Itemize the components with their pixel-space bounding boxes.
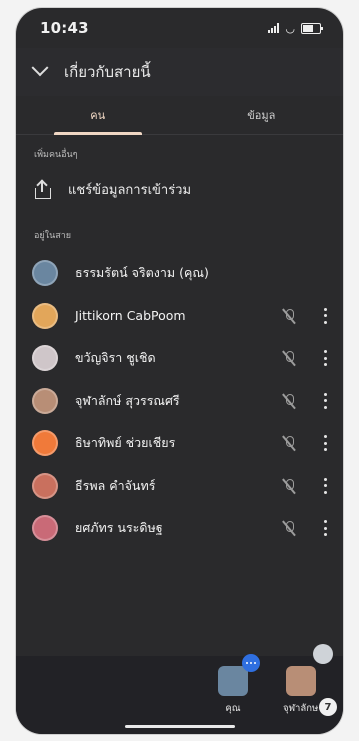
phone-frame: 10:43 ◡ เกี่ยวกับสายนี้ คน ข้อมูล เพิ่มค… bbox=[16, 8, 343, 734]
avatar bbox=[32, 302, 58, 329]
more-vert-icon[interactable] bbox=[323, 350, 327, 367]
participant-name: ธีรพล คำจันทร์ bbox=[75, 477, 156, 493]
avatar bbox=[32, 472, 58, 499]
participant-row[interactable]: ธีรพล คำจันทร์ bbox=[16, 465, 343, 508]
more-vert-icon[interactable] bbox=[323, 392, 327, 409]
participant-list: ธรรมรัตน์ จริตงาม (คุณ) Jittikorn CabPoom… bbox=[16, 248, 343, 550]
participant-name: ธิษาทิพย์ ช่วยเชียร bbox=[75, 435, 176, 451]
avatar bbox=[218, 654, 260, 696]
mic-off-icon bbox=[281, 520, 297, 537]
self-label: คุณ bbox=[225, 703, 241, 714]
battery-icon bbox=[301, 22, 323, 34]
chevron-down-icon[interactable] bbox=[31, 59, 49, 77]
avatar bbox=[32, 345, 58, 372]
add-others-label: เพิ่มคนอื่นๆ bbox=[34, 150, 78, 160]
avatar bbox=[32, 260, 58, 287]
status-time: 10:43 bbox=[40, 19, 89, 37]
participant-name: ยศภัทร นระดิษฐ bbox=[75, 520, 163, 536]
participant-row[interactable]: Jittikorn CabPoom bbox=[16, 295, 343, 338]
avatar bbox=[32, 387, 58, 414]
avatar bbox=[313, 644, 333, 664]
home-indicator bbox=[124, 725, 235, 728]
avatar bbox=[32, 515, 58, 542]
panel-title: เกี่ยวกับสายนี้ bbox=[64, 63, 151, 81]
participant-name: ธรรมรัตน์ จริตงาม (คุณ) bbox=[75, 265, 209, 281]
more-vert-icon[interactable] bbox=[323, 520, 327, 537]
mic-off-icon bbox=[281, 350, 297, 367]
signal-icon bbox=[268, 23, 280, 33]
status-bar: 10:43 ◡ bbox=[16, 8, 343, 48]
avatar bbox=[285, 666, 316, 696]
tab-info[interactable]: ข้อมูล bbox=[180, 96, 344, 134]
wifi-icon: ◡ bbox=[285, 21, 295, 35]
tab-bar: คน ข้อมูล bbox=[16, 96, 343, 135]
participant-tile[interactable]: จุฬาลักษ bbox=[283, 666, 318, 716]
participant-tile-label: จุฬาลักษ bbox=[283, 703, 319, 714]
participant-row[interactable]: ขวัญจิรา ชูเชิด bbox=[16, 337, 343, 380]
participant-name: Jittikorn CabPoom bbox=[75, 308, 186, 324]
share-icon bbox=[34, 178, 51, 199]
participant-row[interactable]: จุฬาลักษ์ สุวรรณศรี bbox=[16, 380, 343, 423]
mic-off-icon bbox=[281, 478, 297, 495]
mic-off-icon bbox=[281, 435, 297, 452]
in-call-label: อยู่ในสาย bbox=[34, 231, 72, 241]
panel-header: เกี่ยวกับสายนี้ bbox=[16, 48, 343, 96]
self-tile[interactable]: คุณ bbox=[218, 654, 260, 716]
more-vert-icon[interactable] bbox=[323, 307, 327, 324]
participant-name: จุฬาลักษ์ สุวรรณศรี bbox=[75, 392, 180, 408]
participant-row[interactable]: ยศภัทร นระดิษฐ bbox=[16, 507, 343, 550]
participant-name: ขวัญจิรา ชูเชิด bbox=[75, 350, 156, 366]
more-options-icon[interactable] bbox=[242, 654, 260, 672]
more-vert-icon[interactable] bbox=[323, 435, 327, 452]
participant-row[interactable]: ธิษาทิพย์ ช่วยเชียร bbox=[16, 422, 343, 465]
more-vert-icon[interactable] bbox=[323, 477, 327, 494]
share-joining-info-button[interactable]: แชร์ข้อมูลการเข้าร่วม bbox=[16, 167, 343, 216]
participant-row[interactable]: ธรรมรัตน์ จริตงาม (คุณ) bbox=[16, 252, 343, 295]
tab-people[interactable]: คน bbox=[16, 96, 180, 134]
bottom-bar: คุณ จุฬาลักษ 7 bbox=[16, 644, 343, 734]
avatar bbox=[32, 430, 58, 457]
mic-off-icon bbox=[281, 393, 297, 410]
participant-count-badge[interactable]: 7 bbox=[319, 698, 337, 716]
mic-off-icon bbox=[281, 308, 297, 325]
